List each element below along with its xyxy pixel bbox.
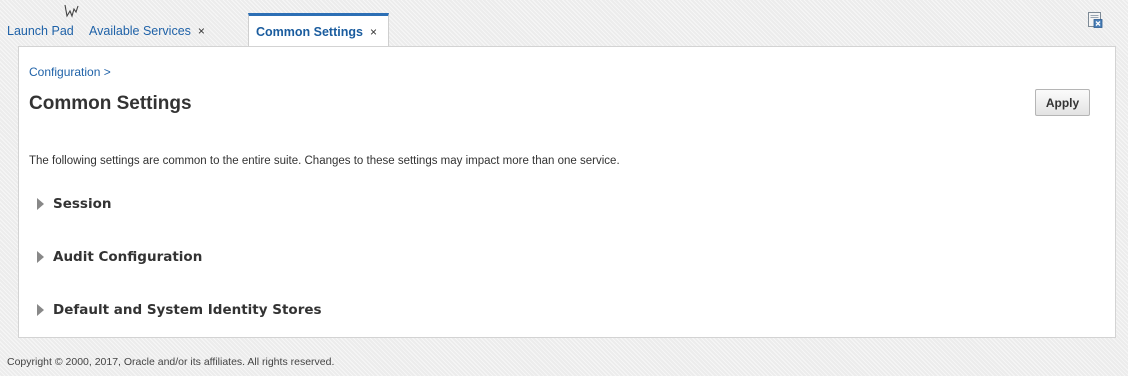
copyright-footer: Copyright © 2000, 2017, Oracle and/or it… xyxy=(7,356,335,368)
close-window-icon[interactable] xyxy=(1087,11,1103,28)
tab-available-services[interactable]: Available Services × xyxy=(89,13,205,47)
tab-launch-pad[interactable]: Launch Pad xyxy=(7,13,74,47)
tab-available-services-label: Available Services xyxy=(89,24,191,38)
tab-common-settings[interactable]: Common Settings × xyxy=(248,13,389,46)
disclosure-triangle-icon xyxy=(37,251,44,263)
section-audit-configuration[interactable]: Audit Configuration xyxy=(37,249,202,265)
section-identity-stores[interactable]: Default and System Identity Stores xyxy=(37,302,322,318)
content-panel: Configuration > Common Settings Apply Th… xyxy=(18,46,1116,338)
section-session[interactable]: Session xyxy=(37,196,111,212)
section-session-label: Session xyxy=(53,196,112,212)
tab-bar: Launch Pad Available Services × Common Se… xyxy=(0,13,1128,47)
tab-common-settings-close-icon[interactable]: × xyxy=(370,25,377,39)
section-identity-stores-label: Default and System Identity Stores xyxy=(53,302,322,318)
tab-common-settings-label: Common Settings xyxy=(256,25,363,39)
disclosure-triangle-icon xyxy=(37,304,44,316)
breadcrumb[interactable]: Configuration > xyxy=(29,65,111,79)
disclosure-triangle-icon xyxy=(37,198,44,210)
section-audit-configuration-label: Audit Configuration xyxy=(53,249,203,265)
tab-launch-pad-label: Launch Pad xyxy=(7,24,74,38)
tab-available-services-close-icon[interactable]: × xyxy=(198,24,205,38)
page-description: The following settings are common to the… xyxy=(29,155,620,167)
page-title: Common Settings xyxy=(29,93,192,114)
apply-button[interactable]: Apply xyxy=(1035,89,1090,116)
